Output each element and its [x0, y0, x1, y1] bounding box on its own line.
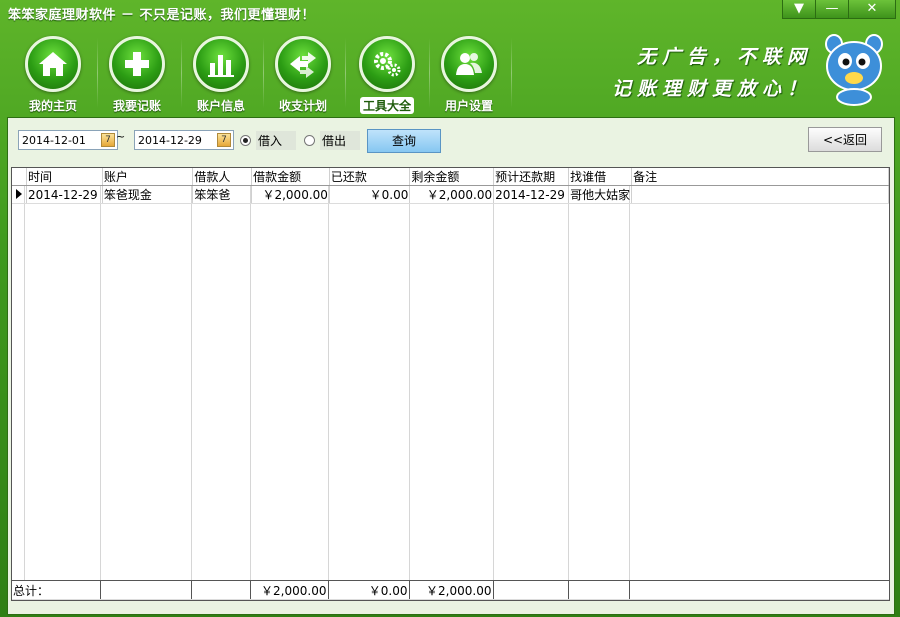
- row-indicator-header: [12, 168, 27, 186]
- column-header[interactable]: 账户: [102, 168, 194, 186]
- gears-icon: [359, 36, 415, 92]
- plan-arrows-icon: [275, 36, 331, 92]
- bar-chart-icon: [193, 36, 249, 92]
- grid-column-line: [493, 186, 494, 582]
- plus-icon: [109, 36, 165, 92]
- toolbar-divider: [511, 38, 512, 108]
- calendar-icon[interactable]: 7: [217, 133, 231, 147]
- loan-query-panel: 2014-12-01 7 ~ 2014-12-29 7 借入 借出 查询 <<返…: [7, 117, 895, 615]
- users-icon: [441, 36, 497, 92]
- grid-column-line: [409, 186, 410, 582]
- nav-user-settings-label: 用户设置: [444, 99, 493, 113]
- nav-home[interactable]: 我的主页: [10, 32, 96, 114]
- cell-account[interactable]: 笨爸现金: [102, 185, 194, 204]
- start-date-picker[interactable]: 2014-12-01 7: [18, 130, 118, 150]
- nav-budget-plan-label: 收支计划: [278, 99, 327, 113]
- current-row-arrow-icon: [12, 185, 27, 204]
- totals-empty-cell: [191, 581, 251, 600]
- column-header[interactable]: 借款人: [192, 168, 253, 186]
- grid-column-line: [629, 186, 630, 582]
- totals-empty-cell: [100, 581, 192, 600]
- radio-selected-icon: [240, 134, 251, 146]
- home-icon: [25, 36, 81, 92]
- slogan-line-1: 无广告，不联网: [636, 46, 812, 68]
- column-header[interactable]: 备注: [631, 168, 889, 186]
- column-header[interactable]: 找谁借: [568, 168, 633, 186]
- column-header[interactable]: 预计还款期: [493, 168, 570, 186]
- totals-remaining: ￥2,000.00: [409, 581, 494, 600]
- nav-account-info[interactable]: 账户信息: [178, 32, 264, 114]
- calendar-icon[interactable]: 7: [101, 133, 115, 147]
- filter-bar: 2014-12-01 7 ~ 2014-12-29 7 借入 借出 查询 <<返…: [8, 118, 894, 164]
- window-title: 笨笨家庭理财软件 － 不只是记账，我们更懂理财！: [8, 8, 316, 23]
- nav-add-record-label: 我要记账: [112, 99, 161, 113]
- end-date-value: 2014-12-29: [138, 134, 202, 147]
- nav-budget-plan[interactable]: 收支计划: [260, 32, 346, 114]
- title-bar: 笨笨家庭理财软件 － 不只是记账，我们更懂理财！ ▼ — ✕: [0, 0, 900, 24]
- grid-column-line: [100, 186, 101, 582]
- grid-column-line: [24, 186, 25, 582]
- table-row[interactable]: 2014-12-29 笨爸现金 笨笨爸 ￥2,000.00 ￥0.00 ￥2,0…: [12, 185, 889, 204]
- cell-time[interactable]: 2014-12-29: [26, 185, 103, 204]
- dropdown-button[interactable]: ▼: [782, 0, 816, 19]
- totals-empty-cell: [568, 581, 630, 600]
- totals-label: 总计：: [12, 581, 101, 600]
- slogan-line-2: 记账理财更放心！: [611, 78, 812, 100]
- start-date-value: 2014-12-01: [22, 134, 86, 147]
- totals-empty-cell: [493, 581, 569, 600]
- close-button[interactable]: ✕: [848, 0, 896, 19]
- cell-repaid[interactable]: ￥0.00: [329, 185, 411, 204]
- nav-tools-label: 工具大全: [359, 97, 414, 114]
- totals-repaid: ￥0.00: [328, 581, 410, 600]
- radio-borrow-out-label: 借出: [320, 130, 361, 150]
- radio-borrow-in-label: 借入: [256, 130, 297, 150]
- cell-amount[interactable]: ￥2,000.00: [251, 185, 330, 204]
- loan-grid[interactable]: 时间 账户 借款人 借款金额 已还款 剩余金额 预计还款期 找谁借 备注 201…: [11, 167, 890, 601]
- grid-column-line: [191, 186, 192, 582]
- mascot-logo: [824, 34, 884, 106]
- nav-user-settings[interactable]: 用户设置: [426, 32, 512, 114]
- cell-borrower[interactable]: 笨笨爸: [192, 185, 253, 204]
- radio-borrow-out[interactable]: 借出: [304, 130, 361, 150]
- grid-column-line: [250, 186, 251, 582]
- nav-home-label: 我的主页: [28, 99, 77, 113]
- cell-lender[interactable]: 哥他大姑家: [568, 185, 633, 204]
- cell-note[interactable]: [631, 185, 889, 204]
- radio-unselected-icon: [304, 134, 315, 146]
- grid-column-line: [328, 186, 329, 582]
- window-controls: ▼ — ✕: [782, 0, 896, 19]
- cell-due-date[interactable]: 2014-12-29: [493, 185, 570, 204]
- column-header[interactable]: 已还款: [329, 168, 411, 186]
- nav-account-info-label: 账户信息: [196, 99, 245, 113]
- end-date-picker[interactable]: 2014-12-29 7: [134, 130, 234, 150]
- totals-empty-cell: [629, 581, 889, 600]
- loan-table: 时间 账户 借款人 借款金额 已还款 剩余金额 预计还款期 找谁借 备注 201…: [12, 168, 889, 204]
- column-header[interactable]: 借款金额: [251, 168, 330, 186]
- main-toolbar: 我的主页 我要记账 账户信息 收支计划 工具大全 用户设置 无广告，不联网 记账…: [0, 24, 900, 116]
- table-header-row: 时间 账户 借款人 借款金额 已还款 剩余金额 预计还款期 找谁借 备注: [12, 168, 889, 186]
- totals-amount: ￥2,000.00: [250, 581, 329, 600]
- date-range-separator: ~: [116, 130, 126, 143]
- grid-column-line: [568, 186, 569, 582]
- query-button[interactable]: 查询: [367, 129, 441, 153]
- column-header[interactable]: 剩余金额: [409, 168, 495, 186]
- column-header[interactable]: 时间: [26, 168, 103, 186]
- radio-borrow-in[interactable]: 借入: [240, 130, 297, 150]
- back-button[interactable]: <<返回: [808, 127, 882, 152]
- nav-tools[interactable]: 工具大全: [344, 32, 430, 114]
- totals-row: 总计： ￥2,000.00 ￥0.00 ￥2,000.00: [12, 580, 889, 600]
- nav-add-record[interactable]: 我要记账: [94, 32, 180, 114]
- cell-remaining[interactable]: ￥2,000.00: [409, 185, 495, 204]
- minimize-button[interactable]: —: [815, 0, 849, 19]
- app-window: 笨笨家庭理财软件 － 不只是记账，我们更懂理财！ ▼ — ✕ 我的主页 我要记账: [0, 0, 900, 617]
